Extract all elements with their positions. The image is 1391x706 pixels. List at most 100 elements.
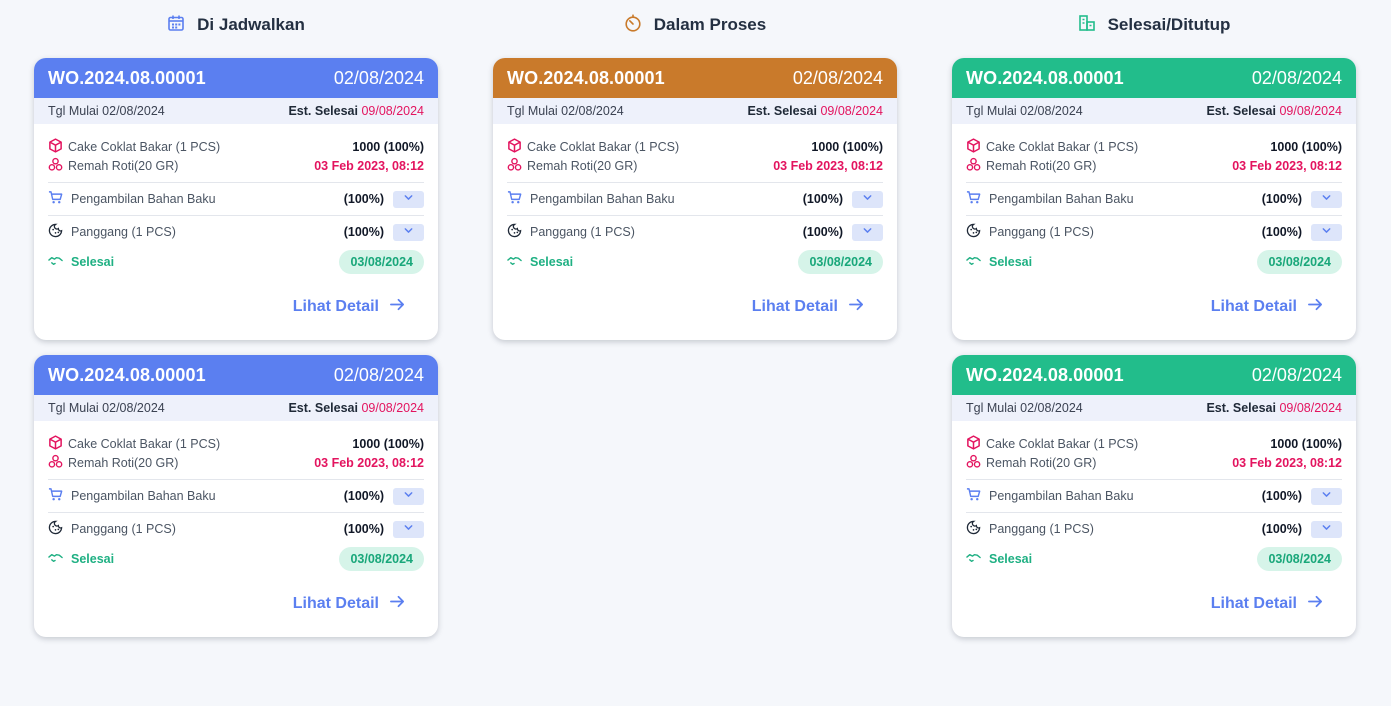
expand-button[interactable]	[393, 223, 424, 241]
start-date: Tgl Mulai 02/08/2024	[48, 401, 165, 415]
expand-button[interactable]	[852, 190, 883, 208]
work-order-card[interactable]: WO.2024.08.00001 02/08/2024 Tgl Mulai 02…	[952, 58, 1356, 340]
start-date: Tgl Mulai 02/08/2024	[48, 104, 165, 118]
step-percentage: (100%)	[1261, 489, 1302, 503]
step-name: Panggang (1 PCS)	[71, 225, 176, 239]
chevron-down-icon	[1321, 225, 1332, 239]
step-row: Pengambilan Bahan Baku (100%)	[48, 480, 424, 512]
material-row: Remah Roti(20 GR) 03 Feb 2023, 08:12	[966, 156, 1342, 175]
step-name: Pengambilan Bahan Baku	[71, 192, 216, 206]
column-header: Di Jadwalkan	[34, 0, 438, 50]
view-detail-label: Lihat Detail	[751, 298, 838, 315]
chevron-down-icon	[1321, 522, 1332, 536]
building-icon	[1078, 14, 1096, 37]
step-percentage: (100%)	[1261, 192, 1302, 206]
product-row: Cake Coklat Bakar (1 PCS) 1000 (100%)	[966, 137, 1342, 156]
timer-icon	[624, 13, 642, 37]
start-date: Tgl Mulai 02/08/2024	[966, 104, 1083, 118]
done-label: Selesai	[530, 255, 574, 269]
step-name: Pengambilan Bahan Baku	[71, 489, 216, 503]
expand-button[interactable]	[852, 223, 883, 241]
card-subheader: Tgl Mulai 02/08/2024 Est. Selesai 09/08/…	[952, 395, 1356, 421]
step-row: Panggang (1 PCS) (100%)	[48, 216, 424, 248]
material-timestamp: 03 Feb 2023, 08:12	[1232, 158, 1342, 173]
view-detail-link[interactable]: Lihat Detail	[293, 296, 406, 318]
step-percentage: (100%)	[343, 522, 384, 536]
arrow-right-icon	[848, 296, 865, 318]
cookie-icon	[966, 520, 981, 538]
ingredient-icon	[48, 157, 63, 175]
material-name: Remah Roti(20 GR)	[986, 158, 1097, 173]
step-row: Panggang (1 PCS) (100%)	[966, 216, 1342, 248]
step-row: Panggang (1 PCS) (100%)	[48, 513, 424, 545]
cube-icon	[48, 434, 63, 453]
expand-button[interactable]	[393, 520, 424, 538]
ingredient-icon	[48, 454, 63, 472]
step-percentage: (100%)	[1261, 225, 1302, 239]
work-order-card[interactable]: WO.2024.08.00001 02/08/2024 Tgl Mulai 02…	[493, 58, 897, 340]
cube-icon	[966, 434, 981, 453]
ingredient-icon	[966, 157, 981, 175]
product-row: Cake Coklat Bakar (1 PCS) 1000 (100%)	[507, 137, 883, 156]
view-detail-link[interactable]: Lihat Detail	[293, 593, 406, 615]
product-row: Cake Coklat Bakar (1 PCS) 1000 (100%)	[966, 434, 1342, 453]
chevron-down-icon	[862, 192, 873, 206]
card-subheader: Tgl Mulai 02/08/2024 Est. Selesai 09/08/…	[952, 98, 1356, 124]
expand-button[interactable]	[393, 487, 424, 505]
done-row: Selesai 03/08/2024	[48, 248, 424, 276]
material-name: Remah Roti(20 GR)	[68, 455, 179, 470]
column-title: Di Jadwalkan	[197, 15, 305, 34]
work-order-card[interactable]: WO.2024.08.00001 02/08/2024 Tgl Mulai 02…	[34, 58, 438, 340]
step-row: Pengambilan Bahan Baku (100%)	[966, 183, 1342, 215]
handshake-icon	[507, 253, 522, 271]
column-header: Dalam Proses	[493, 0, 897, 50]
chevron-down-icon	[403, 225, 414, 239]
expand-button[interactable]	[393, 190, 424, 208]
cube-icon	[966, 137, 981, 156]
handshake-icon	[966, 253, 981, 271]
cookie-icon	[48, 520, 63, 538]
done-date-badge: 03/08/2024	[1257, 250, 1342, 274]
estimated-finish: Est. Selesai 09/08/2024	[1206, 104, 1342, 118]
chevron-down-icon	[862, 225, 873, 239]
step-percentage: (100%)	[802, 225, 843, 239]
work-order-date: 02/08/2024	[792, 67, 883, 88]
work-order-card[interactable]: WO.2024.08.00001 02/08/2024 Tgl Mulai 02…	[952, 355, 1356, 637]
handshake-icon	[966, 550, 981, 568]
done-date-badge: 03/08/2024	[339, 250, 424, 274]
done-row: Selesai 03/08/2024	[966, 248, 1342, 276]
work-order-number: WO.2024.08.00001	[507, 67, 665, 88]
view-detail-link[interactable]: Lihat Detail	[752, 296, 865, 318]
material-name: Remah Roti(20 GR)	[527, 158, 638, 173]
ingredient-icon	[966, 454, 981, 472]
estimated-finish: Est. Selesai 09/08/2024	[288, 104, 424, 118]
view-detail-link[interactable]: Lihat Detail	[1211, 593, 1324, 615]
cookie-icon	[507, 223, 522, 241]
work-order-card[interactable]: WO.2024.08.00001 02/08/2024 Tgl Mulai 02…	[34, 355, 438, 637]
expand-button[interactable]	[1311, 223, 1342, 241]
cube-icon	[48, 137, 63, 156]
product-quantity: 1000 (100%)	[352, 139, 424, 154]
step-row: Panggang (1 PCS) (100%)	[507, 216, 883, 248]
expand-button[interactable]	[1311, 487, 1342, 505]
product-name: Cake Coklat Bakar (1 PCS)	[68, 436, 221, 451]
step-row: Panggang (1 PCS) (100%)	[966, 513, 1342, 545]
step-name: Pengambilan Bahan Baku	[989, 489, 1134, 503]
cart-icon	[966, 190, 981, 208]
step-name: Pengambilan Bahan Baku	[530, 192, 675, 206]
view-detail-link[interactable]: Lihat Detail	[1211, 296, 1324, 318]
view-detail-label: Lihat Detail	[1210, 595, 1297, 612]
expand-button[interactable]	[1311, 520, 1342, 538]
column-title: Selesai/Ditutup	[1107, 15, 1231, 34]
expand-button[interactable]	[1311, 190, 1342, 208]
arrow-right-icon	[1307, 593, 1324, 615]
material-name: Remah Roti(20 GR)	[986, 455, 1097, 470]
work-order-date: 02/08/2024	[1251, 364, 1342, 385]
estimated-finish: Est. Selesai 09/08/2024	[1206, 401, 1342, 415]
product-name: Cake Coklat Bakar (1 PCS)	[68, 139, 221, 154]
calendar-icon	[167, 14, 185, 37]
step-percentage: (100%)	[1261, 522, 1302, 536]
work-order-number: WO.2024.08.00001	[48, 364, 206, 385]
product-name: Cake Coklat Bakar (1 PCS)	[986, 139, 1139, 154]
handshake-icon	[48, 253, 63, 271]
